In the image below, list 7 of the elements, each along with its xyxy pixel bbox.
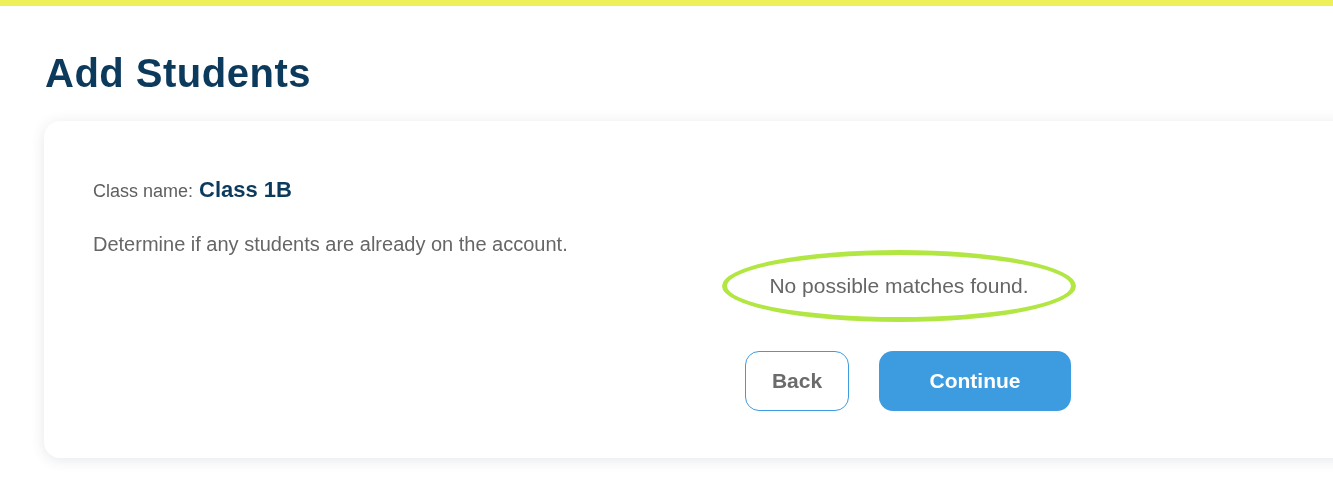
page-title: Add Students: [45, 50, 312, 96]
class-name-value: Class 1B: [199, 177, 292, 203]
back-button[interactable]: Back: [745, 351, 849, 411]
continue-button[interactable]: Continue: [879, 351, 1071, 411]
result-message: No possible matches found.: [769, 274, 1029, 298]
instruction-text: Determine if any students are already on the account.: [93, 233, 569, 256]
class-name-label: Class name:: [93, 181, 194, 202]
